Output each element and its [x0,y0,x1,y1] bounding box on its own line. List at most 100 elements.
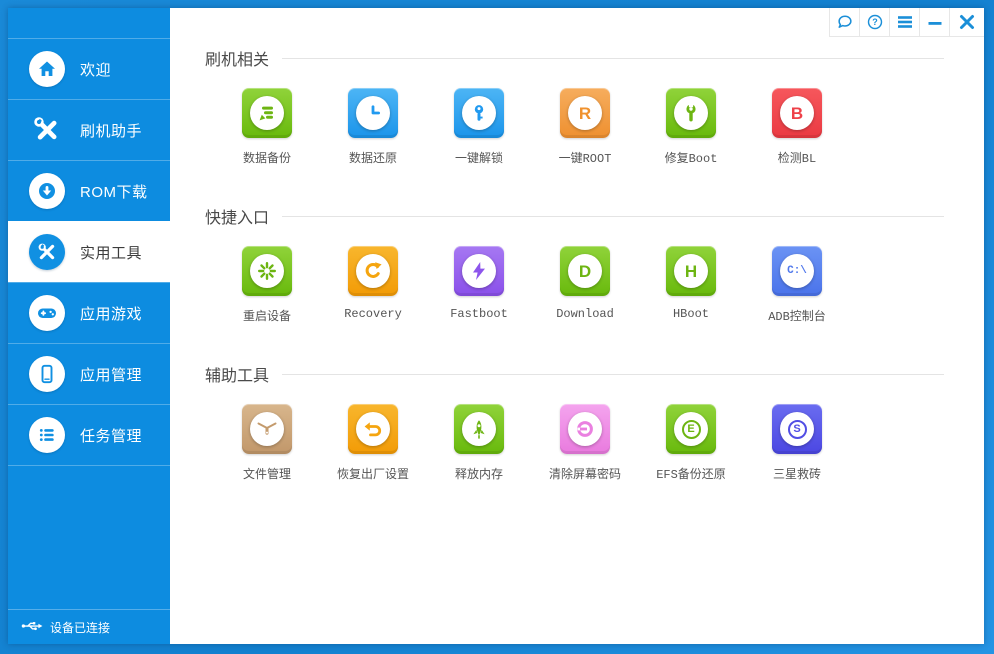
task-list-icon [29,417,65,453]
sidebar-item-flash-assistant[interactable]: 刷机助手 [8,99,170,160]
section-aux-tools: 辅助工具 文件管理 [205,362,984,482]
sidebar-top-spacer [8,8,170,38]
root-letter-icon: R [568,96,602,130]
tool-label: 数据备份 [243,149,291,166]
tool-label: 清除屏幕密码 [549,465,621,482]
menu-button[interactable] [889,8,919,36]
section-divider [282,216,944,217]
tool-label: 释放内存 [455,465,503,482]
tool-tile-reboot-device[interactable]: 重启设备 [214,246,320,324]
efs-letter-icon: E [674,412,708,446]
help-button[interactable]: ? [859,8,889,36]
tool-label: Fastboot [450,307,508,321]
section-title: 快捷入口 [205,204,269,228]
device-status-label: 设备已连接 [50,619,110,636]
usb-icon [21,620,43,635]
phone-icon [29,356,65,392]
tool-tile-unlock[interactable]: 一键解锁 [426,88,532,166]
sidebar-item-app-manage[interactable]: 应用管理 [8,343,170,404]
tool-label: HBoot [673,307,709,321]
sidebar: 欢迎 刷机助手 [8,8,170,644]
section-flash-related: 刷机相关 数据备份 [205,46,984,166]
download-letter-icon: D [568,254,602,288]
tool-label: 恢复出厂设置 [337,465,409,482]
sidebar-item-utilities[interactable]: 实用工具 [8,221,170,282]
tool-label: 数据还原 [349,149,397,166]
data-backup-icon [250,96,284,130]
tool-tile-adb-console[interactable]: C:\ ADB控制台 [744,246,850,324]
home-icon [29,51,65,87]
clock-restore-icon [356,96,390,130]
hboot-letter-icon: H [674,254,708,288]
tool-label: ADB控制台 [768,307,826,324]
tool-tile-recovery[interactable]: Recovery [320,246,426,324]
tool-tile-efs-backup[interactable]: E EFS备份还原 [638,404,744,482]
tools-panel: 刷机相关 数据备份 [170,8,984,482]
tool-label: 一键解锁 [455,149,503,166]
tool-label: 重启设备 [243,307,291,324]
tool-tile-one-key-root[interactable]: R 一键ROOT [532,88,638,166]
tool-tile-detect-bl[interactable]: B 检测BL [744,88,850,166]
flash-tools-icon [29,112,65,148]
sidebar-spacer [8,466,170,609]
tool-label: EFS备份还原 [656,465,726,482]
tool-label: Download [556,307,614,321]
tool-tile-clear-password[interactable]: 清除屏幕密码 [532,404,638,482]
tool-tile-hboot[interactable]: H HBoot [638,246,744,324]
section-quick-entry: 快捷入口 [205,204,984,324]
section-title: 刷机相关 [205,46,269,70]
section-title: 辅助工具 [205,362,269,386]
main-content: ? 刷机相关 [170,8,984,644]
sidebar-item-task-manage[interactable]: 任务管理 [8,404,170,466]
tool-label: 三星救砖 [773,465,821,482]
tool-label: Recovery [344,307,402,321]
clear-password-icon [568,412,602,446]
undo-arrow-icon [356,412,390,446]
feedback-button[interactable] [829,8,859,36]
minimize-icon [927,14,943,30]
tool-tile-free-memory[interactable]: 释放内存 [426,404,532,482]
utilities-icon [29,234,65,270]
device-status: 设备已连接 [8,609,170,644]
rocket-icon [462,412,496,446]
titlebar-controls: ? [829,8,984,37]
gamepad-icon [29,295,65,331]
sidebar-item-rom-download[interactable]: ROM下载 [8,160,170,221]
sidebar-item-label: 刷机助手 [80,120,142,141]
recovery-refresh-icon [356,254,390,288]
bl-letter-icon: B [780,96,814,130]
close-icon [959,14,975,30]
tool-tile-data-backup[interactable]: 数据备份 [214,88,320,166]
section-divider [282,374,944,375]
sidebar-item-label: 任务管理 [80,425,142,446]
lightning-icon [462,254,496,288]
tool-tile-file-manage[interactable]: 文件管理 [214,404,320,482]
tool-tile-data-restore[interactable]: 数据还原 [320,88,426,166]
minimize-button[interactable] [919,8,949,36]
wrench-icon [674,96,708,130]
sidebar-item-label: ROM下载 [80,181,148,202]
feedback-icon [836,13,854,31]
tool-label: 文件管理 [243,465,291,482]
tool-label: 修复Boot [665,149,718,166]
sidebar-item-label: 应用管理 [80,364,142,385]
tool-tile-fix-boot[interactable]: 修复Boot [638,88,744,166]
close-button[interactable] [949,8,984,36]
sidebar-item-label: 欢迎 [80,59,111,80]
app-window: 欢迎 刷机助手 [8,8,984,644]
tool-tile-factory-reset[interactable]: 恢复出厂设置 [320,404,426,482]
sidebar-item-welcome[interactable]: 欢迎 [8,38,170,99]
samsung-letter-icon: S [780,412,814,446]
menu-icon [897,14,913,30]
sidebar-item-app-games[interactable]: 应用游戏 [8,282,170,343]
tool-tile-download-mode[interactable]: D Download [532,246,638,324]
tool-tile-samsung-unbrick[interactable]: S 三星救砖 [744,404,850,482]
zipper-file-icon [250,412,284,446]
rom-download-icon [29,173,65,209]
adb-console-icon: C:\ [780,254,814,288]
tool-label: 检测BL [778,149,816,166]
svg-text:?: ? [872,17,878,27]
help-icon: ? [866,13,884,31]
tool-tile-fastboot[interactable]: Fastboot [426,246,532,324]
section-divider [282,58,944,59]
